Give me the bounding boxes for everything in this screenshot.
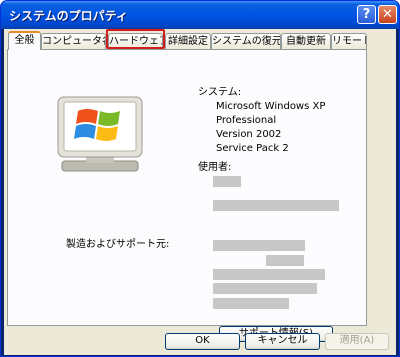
tab-system-restore[interactable]: システムの復元	[211, 33, 281, 49]
system-properties-window: システムのプロパティ ? ✕ 全般 コンピュータ名 ハードウェア 詳細設定 シス…	[0, 0, 400, 357]
os-service-pack: Service Pack 2	[216, 143, 289, 154]
general-tab-panel: システム: Microsoft Windows XP Professional …	[7, 49, 367, 342]
manufacturer-line-2-redacted	[266, 255, 304, 266]
os-name: Microsoft Windows XP	[216, 101, 326, 112]
os-edition: Professional	[216, 115, 277, 126]
tab-automatic-updates[interactable]: 自動更新	[281, 33, 331, 49]
tab-computer-name[interactable]: コンピュータ名	[41, 33, 106, 49]
manufacturer-line-3-redacted	[213, 269, 325, 280]
registered-user-redacted	[213, 176, 241, 187]
system-heading: システム:	[198, 87, 242, 98]
window-title: システムのプロパティ	[9, 9, 128, 23]
apply-button[interactable]: 適用(A)	[325, 333, 389, 350]
windows-xp-monitor-icon	[57, 96, 143, 172]
tab-general[interactable]: 全般	[8, 31, 41, 50]
user-heading: 使用者:	[198, 162, 232, 173]
title-bar[interactable]: システムのプロパティ ? ✕	[1, 1, 399, 29]
manufacturer-line-1-redacted	[213, 240, 305, 251]
tab-advanced[interactable]: 詳細設定	[165, 33, 211, 49]
manufacturer-line-5-redacted	[213, 298, 289, 309]
close-button[interactable]: ✕	[378, 5, 397, 24]
manufacturer-heading: 製造およびサポート元:	[66, 239, 170, 250]
ok-button[interactable]: OK	[165, 333, 240, 350]
tab-remote[interactable]: リモート	[331, 33, 367, 49]
tab-hardware[interactable]: ハードウェア	[108, 33, 163, 49]
close-icon: ✕	[382, 7, 393, 22]
dialog-body: 全般 コンピュータ名 ハードウェア 詳細設定 システムの復元 自動更新 リモート…	[4, 29, 396, 355]
product-id-redacted	[213, 200, 339, 211]
cancel-button[interactable]: キャンセル	[245, 333, 320, 350]
help-icon: ?	[362, 7, 371, 22]
os-version: Version 2002	[216, 129, 282, 140]
manufacturer-line-4-redacted	[213, 283, 317, 294]
help-button[interactable]: ?	[357, 5, 376, 24]
